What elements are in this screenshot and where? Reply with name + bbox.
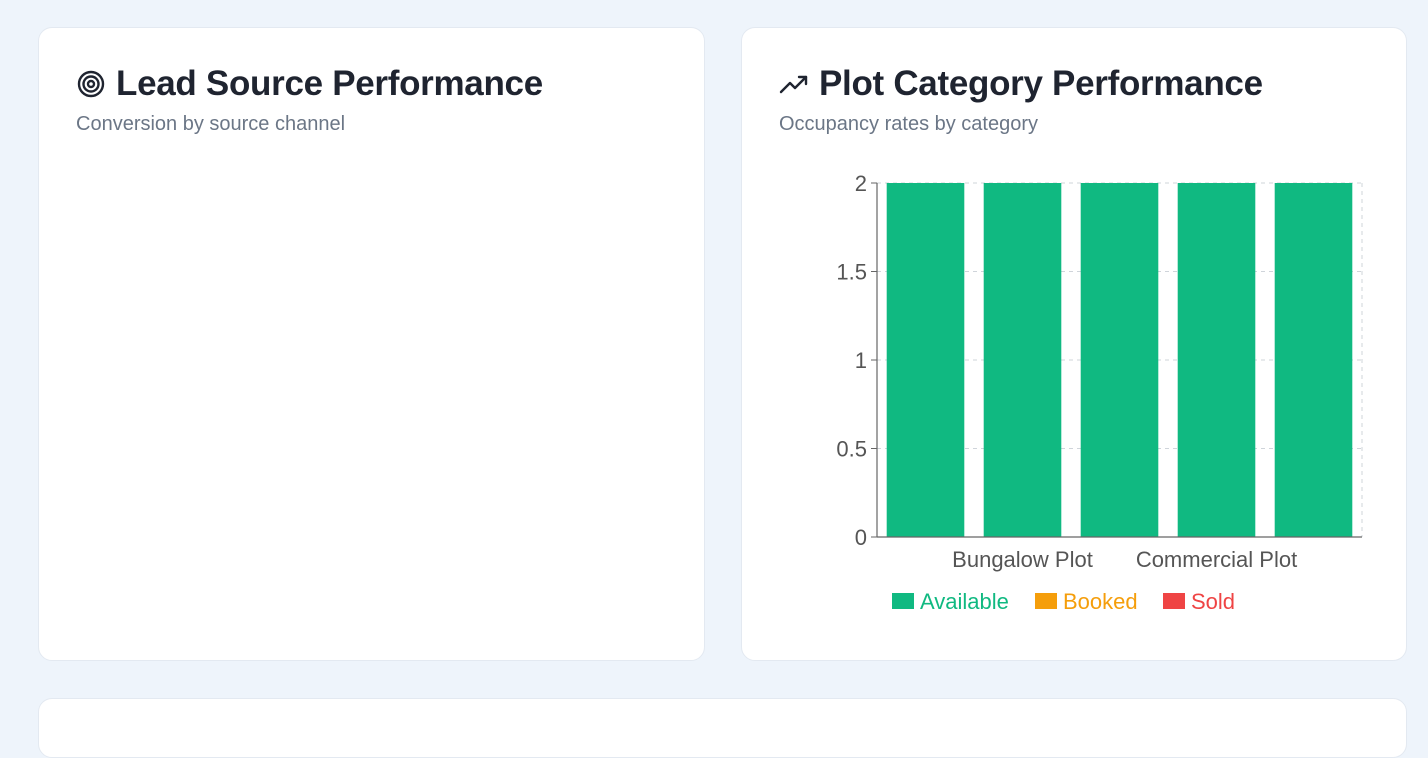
legend-label: Available <box>920 589 1009 614</box>
plot-category-card: Plot Category Performance Occupancy rate… <box>741 27 1407 661</box>
lead-source-card: Lead Source Performance Conversion by so… <box>38 27 705 661</box>
x-tick-label: Bungalow Plot <box>952 547 1093 572</box>
bar-available <box>1274 183 1353 537</box>
lead-source-title: Lead Source Performance <box>76 64 543 104</box>
y-tick-label: 1 <box>855 348 867 373</box>
legend-swatch <box>1163 593 1185 609</box>
x-tick-label: Commercial Plot <box>1136 547 1297 572</box>
bar-available <box>886 183 965 537</box>
lead-source-title-text: Lead Source Performance <box>116 64 543 103</box>
legend-label: Booked <box>1063 589 1138 614</box>
bar-available <box>983 183 1062 537</box>
bar-available <box>1080 183 1159 537</box>
y-tick-label: 2 <box>855 171 867 196</box>
bottom-card <box>38 698 1407 758</box>
lead-source-subtitle: Conversion by source channel <box>76 113 346 135</box>
legend-item-sold: Sold <box>1163 589 1235 614</box>
legend-item-booked: Booked <box>1035 589 1138 614</box>
legend-item-available: Available <box>892 589 1009 614</box>
legend-swatch <box>1035 593 1057 609</box>
y-tick-label: 0.5 <box>836 437 867 462</box>
plot-category-chart: 0 0.5 1 1.5 2 Bungalow Plot Commercial Plot Ava… <box>836 171 1363 614</box>
legend-label: Sold <box>1191 589 1235 614</box>
y-tick-label: 0 <box>855 525 867 550</box>
bar-available <box>1177 183 1256 537</box>
y-tick-label: 1.5 <box>836 260 867 285</box>
legend-swatch <box>892 593 914 609</box>
target-icon <box>77 70 105 98</box>
